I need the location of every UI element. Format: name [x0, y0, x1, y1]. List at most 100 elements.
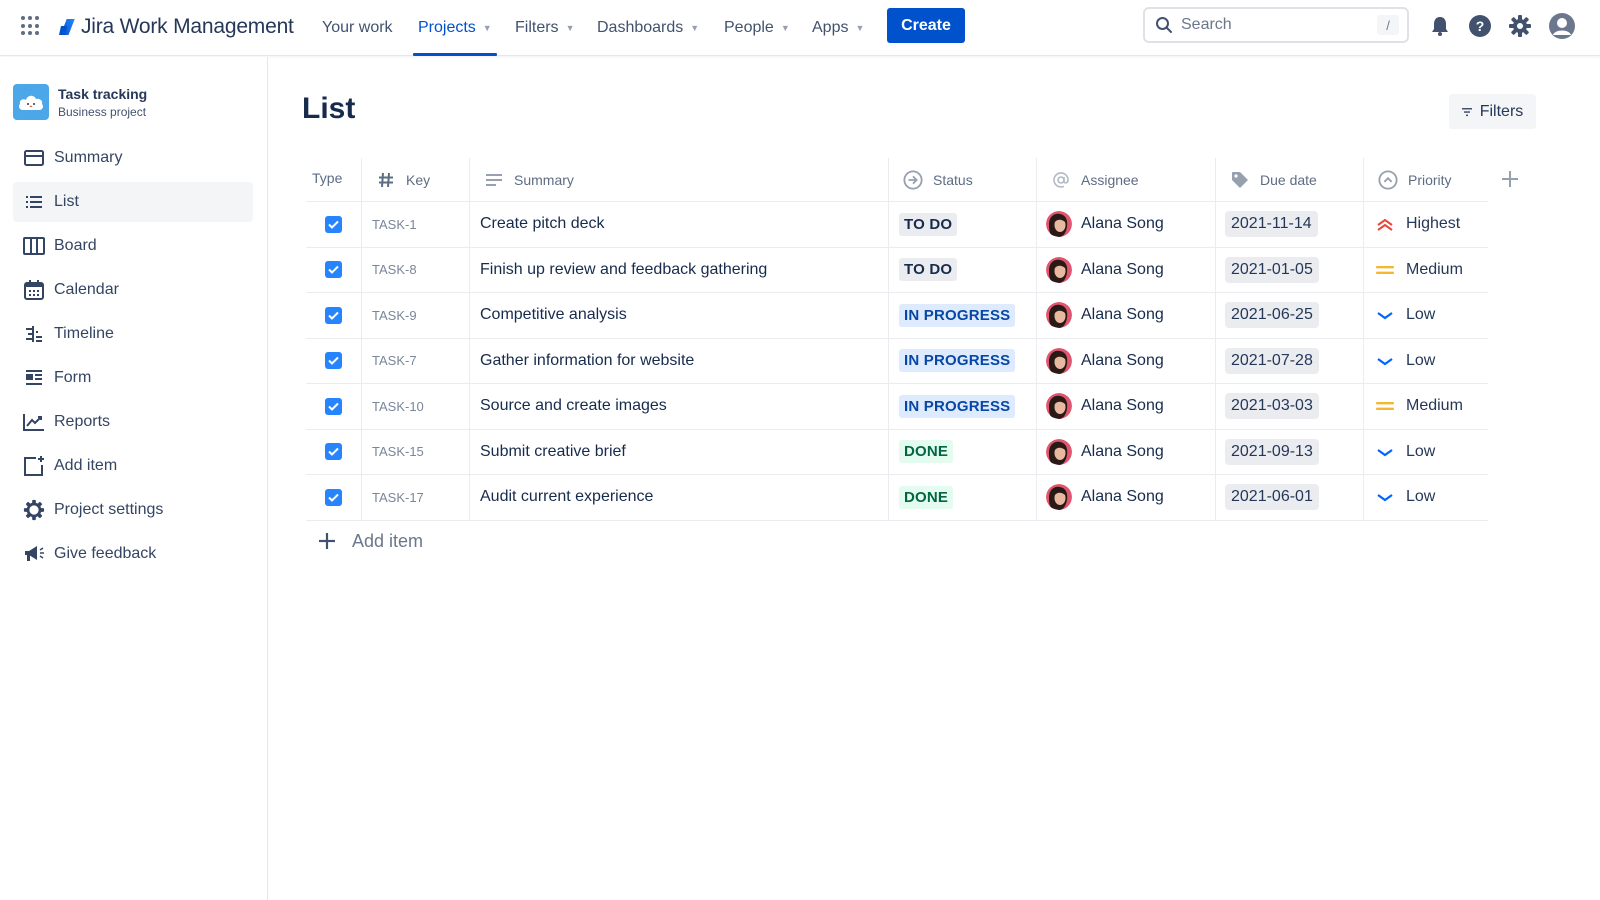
task-key[interactable]: TASK-17 — [362, 490, 424, 505]
due-date-cell[interactable]: 2021-06-01 — [1215, 475, 1363, 520]
status-lozenge[interactable]: IN PROGRESS — [899, 394, 1016, 418]
task-summary[interactable]: Create pitch deck — [470, 215, 605, 233]
table-row[interactable]: TASK-10 Source and create images IN PROGRE… — [306, 384, 1488, 430]
status-lozenge[interactable]: IN PROGRESS — [899, 349, 1016, 373]
task-summary[interactable]: Finish up review and feedback gathering — [470, 261, 767, 279]
task-key[interactable]: TASK-7 — [362, 353, 417, 368]
project-header[interactable]: Task tracking Business project — [13, 84, 147, 120]
summary-cell[interactable]: Source and create images — [469, 384, 888, 429]
task-type-checkbox-icon[interactable] — [325, 488, 342, 506]
due-date[interactable]: 2021-07-28 — [1225, 347, 1319, 374]
task-summary[interactable]: Submit creative brief — [470, 443, 626, 461]
column-header-type[interactable]: Type — [306, 158, 361, 202]
settings-icon[interactable] — [1507, 13, 1533, 39]
task-summary[interactable]: Audit current experience — [470, 488, 653, 506]
column-header-due-date[interactable]: Due date — [1215, 158, 1363, 202]
sidebar-item-summary[interactable]: Summary — [13, 138, 253, 178]
sidebar-item-give-feedback[interactable]: Give feedback — [13, 534, 253, 574]
column-header-assignee[interactable]: Assignee — [1036, 158, 1215, 202]
assignee-cell[interactable]: Alana Song — [1036, 475, 1215, 520]
assignee-cell[interactable]: Alana Song — [1036, 429, 1215, 474]
table-row[interactable]: TASK-1 Create pitch deck TO DO Alana Song 20… — [306, 202, 1488, 248]
status-lozenge[interactable]: TO DO — [899, 212, 958, 236]
sidebar-item-form[interactable]: Form — [13, 358, 253, 398]
status-lozenge[interactable]: IN PROGRESS — [899, 303, 1016, 327]
nav-dashboards[interactable]: Dashboards ▼ — [597, 0, 699, 56]
summary-cell[interactable]: Submit creative brief — [469, 429, 888, 474]
task-type-checkbox-icon[interactable] — [325, 352, 342, 370]
task-key[interactable]: TASK-9 — [362, 308, 417, 323]
due-date-cell[interactable]: 2021-01-05 — [1215, 247, 1363, 292]
app-switcher-icon[interactable] — [21, 16, 41, 36]
task-type-checkbox-icon[interactable] — [325, 215, 342, 233]
task-type-checkbox-icon[interactable] — [325, 261, 342, 279]
table-row[interactable]: TASK-15 Submit creative brief DONE Alana So… — [306, 429, 1488, 475]
status-lozenge[interactable]: DONE — [899, 440, 954, 464]
assignee-cell[interactable]: Alana Song — [1036, 384, 1215, 429]
task-key[interactable]: TASK-1 — [362, 217, 417, 232]
status-lozenge[interactable]: TO DO — [899, 258, 958, 282]
nav-filters[interactable]: Filters ▼ — [515, 0, 574, 56]
task-type-checkbox-icon[interactable] — [325, 443, 342, 461]
due-date[interactable]: 2021-09-13 — [1225, 438, 1319, 465]
priority-cell[interactable]: Low — [1363, 429, 1488, 474]
task-summary[interactable]: Gather information for website — [470, 352, 694, 370]
task-key[interactable]: TASK-8 — [362, 262, 417, 277]
task-key[interactable]: TASK-15 — [362, 444, 424, 459]
status-cell[interactable]: IN PROGRESS — [888, 384, 1036, 429]
due-date-cell[interactable]: 2021-09-13 — [1215, 429, 1363, 474]
product-logo[interactable]: Jira Work Management — [59, 12, 294, 42]
sidebar-item-timeline[interactable]: Timeline — [13, 314, 253, 354]
search-box[interactable]: / — [1143, 7, 1409, 43]
help-icon[interactable]: ? — [1467, 13, 1493, 39]
task-type-checkbox-icon[interactable] — [325, 397, 342, 415]
column-header-summary[interactable]: Summary — [469, 158, 888, 202]
sidebar-item-board[interactable]: Board — [13, 226, 253, 266]
table-row[interactable]: TASK-17 Audit current experience DONE Alana… — [306, 475, 1488, 521]
assignee-cell[interactable]: Alana Song — [1036, 202, 1215, 247]
column-header-status[interactable]: Status — [888, 158, 1036, 202]
priority-cell[interactable]: Low — [1363, 338, 1488, 383]
due-date-cell[interactable]: 2021-11-14 — [1215, 202, 1363, 247]
summary-cell[interactable]: Competitive analysis — [469, 293, 888, 338]
status-cell[interactable]: IN PROGRESS — [888, 338, 1036, 383]
sidebar-item-calendar[interactable]: Calendar — [13, 270, 253, 310]
task-summary[interactable]: Competitive analysis — [470, 306, 627, 324]
due-date[interactable]: 2021-03-03 — [1225, 393, 1319, 420]
task-key[interactable]: TASK-10 — [362, 399, 424, 414]
summary-cell[interactable]: Create pitch deck — [469, 202, 888, 247]
task-type-checkbox-icon[interactable] — [325, 306, 342, 324]
nav-projects[interactable]: Projects ▼ — [413, 0, 497, 56]
filters-button[interactable]: Filters — [1449, 94, 1536, 129]
add-item-button[interactable]: Add item — [316, 530, 423, 552]
profile-icon[interactable] — [1549, 13, 1575, 39]
nav-apps[interactable]: Apps ▼ — [812, 0, 864, 56]
due-date-cell[interactable]: 2021-07-28 — [1215, 338, 1363, 383]
sidebar-item-add-item[interactable]: Add item — [13, 446, 253, 486]
priority-cell[interactable]: Medium — [1363, 247, 1488, 292]
status-lozenge[interactable]: DONE — [899, 485, 954, 509]
create-button[interactable]: Create — [887, 8, 965, 43]
status-cell[interactable]: DONE — [888, 429, 1036, 474]
notifications-icon[interactable] — [1427, 13, 1453, 39]
assignee-cell[interactable]: Alana Song — [1036, 247, 1215, 292]
due-date[interactable]: 2021-06-25 — [1225, 302, 1319, 329]
table-row[interactable]: TASK-8 Finish up review and feedback gath… — [306, 247, 1488, 293]
assignee-cell[interactable]: Alana Song — [1036, 338, 1215, 383]
status-cell[interactable]: TO DO — [888, 202, 1036, 247]
status-cell[interactable]: DONE — [888, 475, 1036, 520]
sidebar-item-project-settings[interactable]: Project settings — [13, 490, 253, 530]
due-date[interactable]: 2021-06-01 — [1225, 484, 1319, 511]
table-row[interactable]: TASK-9 Competitive analysis IN PROGRESS Ala… — [306, 293, 1488, 339]
due-date[interactable]: 2021-11-14 — [1225, 211, 1318, 238]
task-summary[interactable]: Source and create images — [470, 397, 667, 415]
summary-cell[interactable]: Finish up review and feedback gathering — [469, 247, 888, 292]
column-header-priority[interactable]: Priority — [1363, 158, 1488, 202]
due-date-cell[interactable]: 2021-03-03 — [1215, 384, 1363, 429]
add-column-icon[interactable] — [1499, 168, 1521, 190]
priority-cell[interactable]: Highest — [1363, 202, 1488, 247]
summary-cell[interactable]: Audit current experience — [469, 475, 888, 520]
sidebar-item-list[interactable]: List — [13, 182, 253, 222]
nav-people[interactable]: People ▼ — [724, 0, 790, 56]
search-input[interactable] — [1181, 16, 1361, 34]
